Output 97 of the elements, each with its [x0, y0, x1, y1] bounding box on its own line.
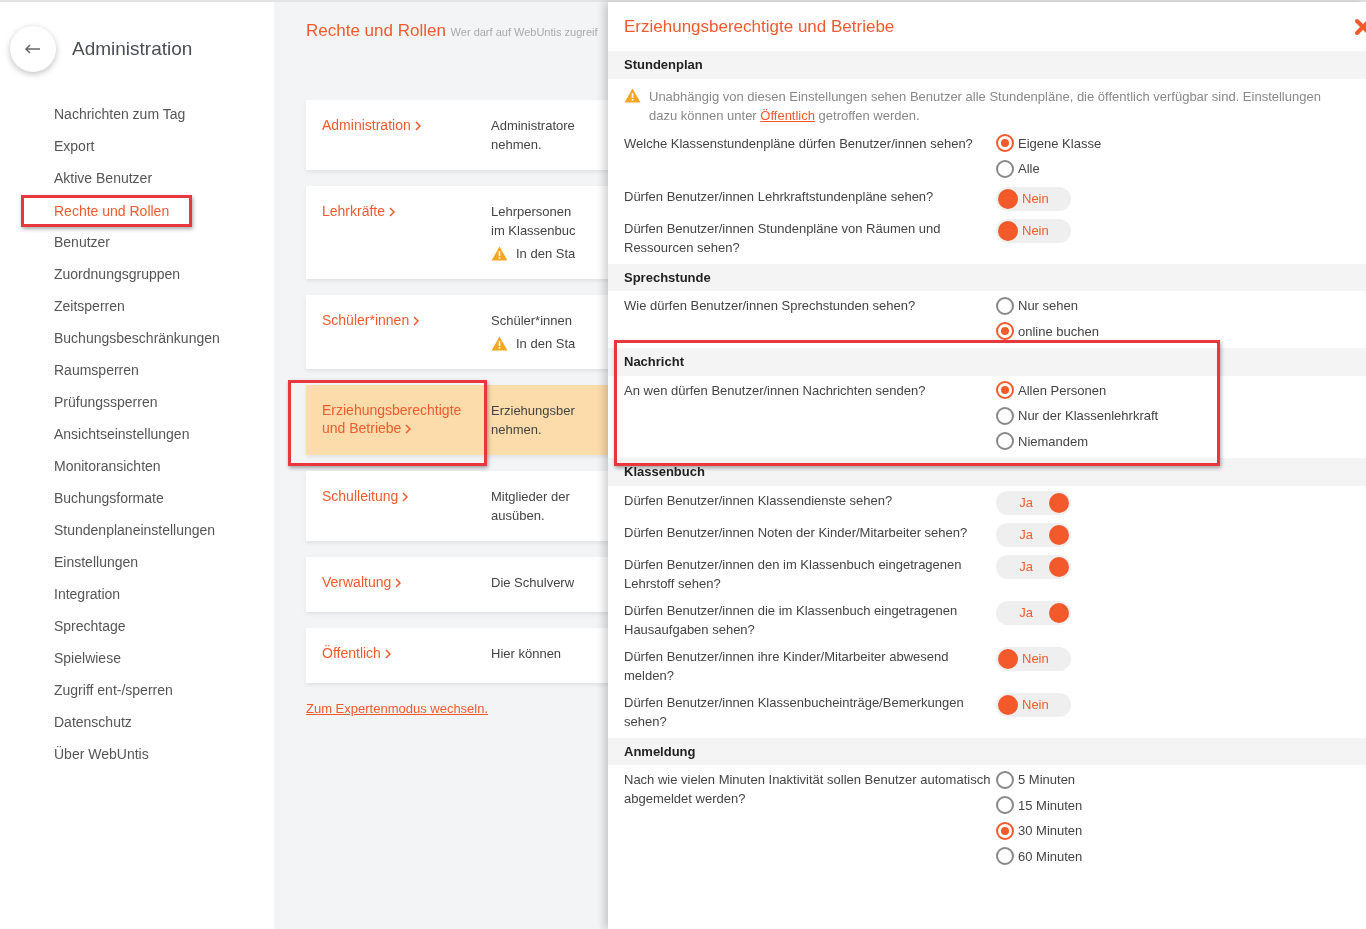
sidebar-item[interactable]: Export — [54, 138, 95, 154]
radio-option[interactable]: 60 Minuten — [996, 846, 1083, 866]
radio-option[interactable]: online buchen — [996, 321, 1099, 341]
chevron-right-icon — [389, 206, 396, 217]
radio-option[interactable]: Nur der Klassenlehrkraft — [996, 406, 1159, 426]
chevron-right-icon — [414, 120, 421, 131]
radio-button[interactable] — [996, 322, 1014, 341]
sidebar-item[interactable]: Buchungsbeschränkungen — [54, 330, 220, 346]
sidebar-item[interactable]: Datenschutz — [54, 714, 132, 730]
radio-option[interactable]: 15 Minuten — [996, 795, 1083, 815]
role-card[interactable]: Schüler*innen Schüler*innen In den Sta — [306, 294, 608, 369]
sidebar-item[interactable]: Über WebUntis — [54, 746, 149, 762]
sidebar-item[interactable]: Einstellungen — [54, 554, 139, 570]
sidebar-item[interactable]: Nachrichten zum Tag — [54, 106, 186, 122]
sidebar-item[interactable]: Sprechtage — [54, 618, 126, 634]
role-description: im Klassenbuc — [491, 221, 576, 240]
back-button[interactable] — [10, 26, 56, 72]
role-description: Die Schulverw — [491, 573, 575, 592]
sidebar-title: Administration — [72, 36, 193, 61]
role-card[interactable]: Lehrkräfte Lehrpersonen im Klassenbuc In den Sta — [306, 185, 608, 279]
radio-option[interactable]: 30 Minuten — [996, 821, 1083, 841]
warning-text: In den Sta — [516, 244, 576, 263]
role-description: Lehrpersonen — [491, 202, 573, 221]
warning-icon — [491, 245, 508, 261]
radio-option[interactable]: Nur sehen — [996, 296, 1099, 316]
question-label: Dürfen Benutzer/innen Stundenpläne von Räumen und Ressourcen sehen? — [624, 219, 942, 257]
question-label: Dürfen Benutzer/innen Noten der Kinder/Mitarbeiter sehen? — [624, 523, 969, 542]
role-description: Erziehungsber — [491, 401, 575, 420]
panel-title: Erziehungsberechtigte und Betriebe — [624, 15, 895, 38]
question-label: Dürfen Benutzer/innen Klassenbucheinträge/Bemerkungen sehen? — [624, 693, 965, 731]
sidebar-item[interactable]: Benutzer — [54, 234, 111, 250]
role-description: ausüben. — [491, 506, 546, 525]
question-label: Dürfen Benutzer/innen Klassendienste sehen? — [624, 491, 894, 510]
question-label: Dürfen Benutzer/innen den im Klassenbuch eingetragenen Lehrstoff sehen? — [624, 555, 963, 593]
sidebar-item[interactable]: Aktive Benutzer — [54, 170, 153, 186]
question-label: Nach wie vielen Minuten Inaktivität sollen Benutzer automatisch abgemeldet werden? — [624, 771, 992, 808]
question-label: Dürfen Benutzer/innen die im Klassenbuch eingetragenen Hausaufgaben sehen? — [624, 601, 959, 639]
radio-option[interactable]: 5 Minuten — [996, 770, 1083, 790]
section-header: Nachricht — [608, 348, 1366, 376]
section-header: Sprechstunde — [608, 263, 1366, 291]
close-icon — [1354, 18, 1366, 37]
role-description: nehmen. — [491, 420, 543, 439]
sidebar-item[interactable]: Monitoransichten — [54, 458, 161, 474]
section-header: Anmeldung — [608, 737, 1366, 765]
question-label: Dürfen Benutzer/innen ihre Kinder/Mitarbeiter abwesend melden? — [624, 647, 950, 685]
question-label: Dürfen Benutzer/innen Lehrkraftstundenpläne sehen? — [624, 187, 935, 206]
chevron-right-icon — [402, 491, 409, 502]
back-arrow-icon — [25, 44, 41, 54]
notice-text: Unabhängig von diesen Einstellungen sehen Benutzer alle Stundenpläne, die öffentlich verfügbar sind. Einstellungen dazu können unter Öffentlich getroffen werden. — [649, 87, 1322, 125]
sidebar-item[interactable]: Zugriff ent-/sperren — [54, 682, 173, 698]
radio-button[interactable] — [996, 770, 1014, 789]
section-header: Stundenplan — [608, 51, 1366, 79]
sidebar-item[interactable]: Spielwiese — [54, 650, 121, 666]
warning-icon — [491, 335, 508, 351]
radio-button[interactable] — [996, 821, 1014, 840]
section-header: Klassenbuch — [608, 458, 1366, 486]
role-card[interactable]: Schulleitung Mitglieder der ausüben. — [306, 470, 608, 541]
role-card[interactable]: Administration Administratore nehmen. — [306, 99, 608, 170]
page-title: Rechte und Rollen — [306, 21, 446, 40]
radio-button[interactable] — [996, 406, 1014, 425]
sidebar-item[interactable]: Prüfungssperren — [54, 394, 158, 410]
role-description: nehmen. — [491, 135, 543, 154]
sidebar-item[interactable]: Stundenplaneinstellungen — [54, 522, 216, 538]
role-description: Hier können — [491, 644, 562, 663]
radio-button[interactable] — [996, 796, 1014, 815]
radio-button[interactable] — [996, 432, 1014, 451]
radio-button[interactable] — [996, 159, 1014, 178]
role-description: Administratore — [491, 116, 575, 135]
sidebar-item[interactable]: Buchungsformate — [54, 490, 164, 506]
question-label: An wen dürfen Benutzer/innen Nachrichten senden? — [624, 381, 927, 400]
radio-option[interactable]: Alle — [996, 159, 1102, 179]
radio-button[interactable] — [996, 134, 1014, 153]
sidebar-item[interactable]: Zeitsperren — [54, 298, 125, 314]
page-subtitle: Wer darf auf WebUntis zugreif — [450, 26, 598, 38]
sidebar-item[interactable]: Raumsperren — [54, 362, 139, 378]
warning-text: In den Sta — [516, 334, 576, 353]
question-label: Welche Klassenstundenpläne dürfen Benutzer/innen sehen? — [624, 134, 974, 153]
role-description: Mitglieder der — [491, 487, 570, 506]
role-card[interactable]: Verwaltung Die Schulverw — [306, 556, 608, 612]
sidebar-item[interactable]: Zuordnungsgruppen — [54, 266, 181, 282]
radio-button[interactable] — [996, 296, 1014, 315]
role-description: Schüler*innen — [491, 311, 573, 330]
sidebar-item[interactable]: Integration — [54, 586, 121, 602]
question-label: Wie dürfen Benutzer/innen Sprechstunden sehen? — [624, 297, 917, 315]
warning-icon — [624, 87, 641, 103]
role-card[interactable]: Erziehungsberechtigte und Betriebe Erziehungsber nehmen. — [306, 384, 608, 455]
role-card[interactable]: Öffentlich Hier können — [306, 627, 608, 683]
chevron-right-icon — [384, 648, 391, 659]
radio-option[interactable]: Niemandem — [996, 431, 1159, 451]
chevron-right-icon — [413, 315, 420, 326]
radio-button[interactable] — [996, 381, 1014, 400]
chevron-right-icon — [405, 423, 412, 434]
radio-button[interactable] — [996, 847, 1014, 866]
chevron-right-icon — [395, 577, 402, 588]
sidebar-item[interactable]: Ansichtseinstellungen — [54, 426, 190, 442]
radio-option[interactable]: Eigene Klasse — [996, 133, 1102, 153]
radio-option[interactable]: Allen Personen — [996, 380, 1159, 400]
